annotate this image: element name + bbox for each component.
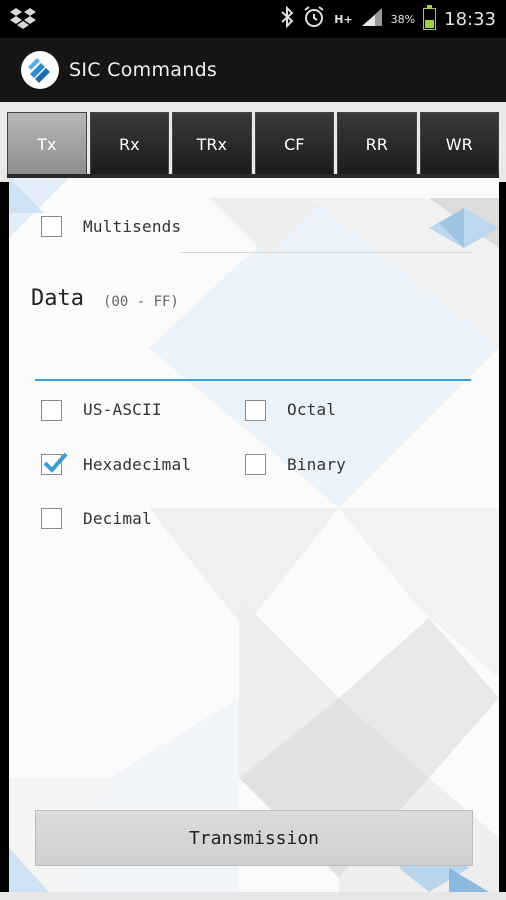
data-input[interactable] — [35, 343, 471, 381]
app-logo-icon[interactable] — [21, 51, 59, 89]
multisends-label: Multisends — [83, 217, 182, 236]
octal-checkbox[interactable] — [245, 400, 266, 421]
battery-percent: 38% — [390, 12, 416, 26]
binary-checkbox[interactable] — [245, 454, 266, 475]
tab-rr[interactable]: RR — [337, 112, 417, 176]
tx-panel: Multisends Data (00 - FF) US-ASCII Octal… — [9, 178, 499, 892]
action-bar: SIC Commands — [0, 38, 506, 103]
alarm-icon — [302, 5, 326, 33]
decimal-checkbox[interactable] — [41, 508, 62, 529]
network-type: H+ — [334, 12, 353, 26]
data-range-hint: (00 - FF) — [103, 294, 179, 310]
octal-label: Octal — [287, 400, 337, 419]
bluetooth-icon — [280, 5, 294, 32]
dropbox-icon — [10, 6, 36, 34]
transmission-button[interactable]: Transmission — [35, 810, 473, 866]
status-bar: H+ 38% 18:33 — [0, 0, 506, 38]
tab-strip: Tx Rx TRx CF RR WR — [0, 102, 506, 182]
clock: 18:33 — [444, 8, 496, 30]
battery-icon — [423, 5, 437, 30]
tab-wr[interactable]: WR — [419, 112, 499, 176]
checkmark-icon — [43, 452, 68, 473]
tab-tx[interactable]: Tx — [7, 112, 87, 176]
bottom-edge — [0, 892, 506, 900]
multisends-field[interactable] — [181, 252, 471, 253]
us-ascii-label: US-ASCII — [83, 400, 162, 419]
multisends-checkbox[interactable] — [41, 216, 62, 237]
signal-icon — [361, 7, 383, 31]
tab-cf[interactable]: CF — [254, 112, 334, 176]
binary-label: Binary — [287, 455, 346, 474]
tab-rx[interactable]: Rx — [89, 112, 169, 176]
decimal-label: Decimal — [83, 509, 152, 528]
hexadecimal-checkbox[interactable] — [41, 452, 68, 475]
hexadecimal-label: Hexadecimal — [83, 455, 192, 474]
tab-trx[interactable]: TRx — [172, 112, 252, 176]
us-ascii-checkbox[interactable] — [41, 400, 62, 421]
data-title: Data — [31, 286, 84, 311]
app-title: SIC Commands — [69, 59, 218, 81]
